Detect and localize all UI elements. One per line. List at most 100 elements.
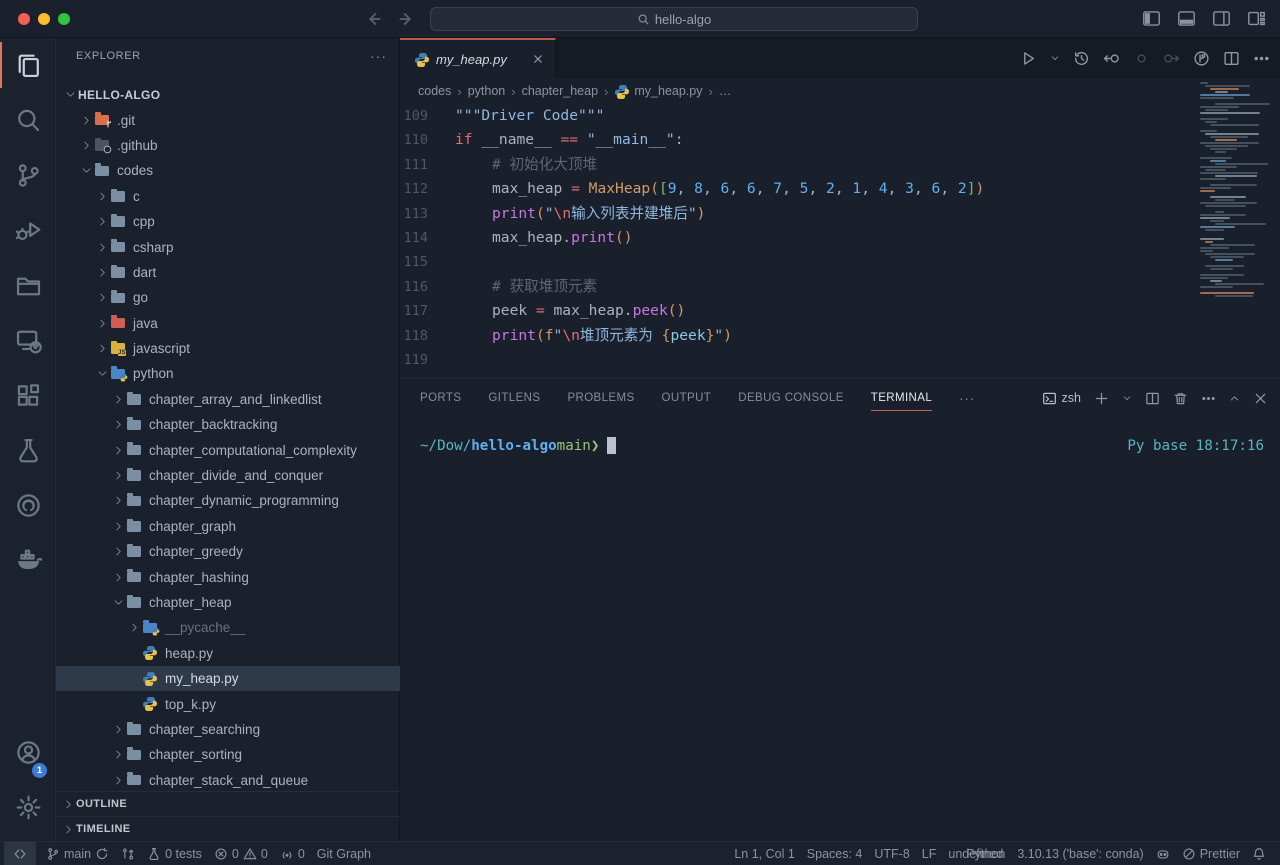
- status-compare[interactable]: [115, 842, 141, 865]
- tree-item-chapter-stack-and-queue[interactable]: chapter_stack_and_queue: [56, 768, 400, 793]
- terminal[interactable]: ~/Dow/hello-algo main ❯Py base 18:17:16: [420, 437, 1264, 454]
- chevron-right-icon[interactable]: [110, 442, 126, 458]
- chevron-right-icon[interactable]: [110, 417, 126, 433]
- status-remote[interactable]: [4, 842, 36, 865]
- previous-change-icon[interactable]: [1103, 50, 1120, 67]
- chevron-right-icon[interactable]: [94, 214, 110, 230]
- settings-button[interactable]: [0, 780, 56, 835]
- panel-more-actions-icon[interactable]: [1201, 391, 1216, 406]
- run-options-chevron-icon[interactable]: [1050, 53, 1060, 63]
- panel-tab-debug-console[interactable]: DEBUG CONSOLE: [738, 379, 844, 417]
- chevron-right-icon[interactable]: [94, 188, 110, 204]
- activity-item-remote-explorer[interactable]: [0, 313, 56, 368]
- breadcrumb-item-chapter-heap[interactable]: chapter_heap: [522, 84, 598, 98]
- maximize-panel-icon[interactable]: [1229, 393, 1240, 404]
- status-problems[interactable]: 00: [208, 842, 274, 865]
- chevron-right-icon[interactable]: [110, 544, 126, 560]
- chevron-right-icon[interactable]: [94, 341, 110, 357]
- activity-item-extensions[interactable]: [0, 368, 56, 423]
- new-terminal-icon[interactable]: [1094, 391, 1109, 406]
- panel-tab-output[interactable]: OUTPUT: [662, 379, 712, 417]
- chevron-right-icon[interactable]: [94, 264, 110, 280]
- chevron-right-icon[interactable]: [78, 112, 94, 128]
- chevron-down-icon[interactable]: [110, 595, 126, 611]
- explorer-more-actions-icon[interactable]: ···: [370, 48, 387, 64]
- maximize-window-button[interactable]: [58, 13, 70, 25]
- tree-item-pycache[interactable]: __pycache__: [56, 615, 400, 640]
- activity-item-search[interactable]: [0, 93, 56, 148]
- chevron-down-icon[interactable]: [62, 87, 78, 103]
- status-language-mode[interactable]: undefinedPython: [942, 842, 1011, 865]
- activity-item-project-folder[interactable]: [0, 258, 56, 313]
- status-eol[interactable]: LF: [916, 842, 943, 865]
- customize-layout-icon[interactable]: [1247, 9, 1266, 28]
- breadcrumb-item-python[interactable]: python: [468, 84, 506, 98]
- tree-item-chapter-dynamic-programming[interactable]: chapter_dynamic_programming: [56, 488, 400, 513]
- panel-tabs-more-icon[interactable]: ···: [959, 391, 975, 406]
- kill-terminal-icon[interactable]: [1173, 391, 1188, 406]
- next-change-icon[interactable]: [1163, 50, 1180, 67]
- tree-item-python[interactable]: python: [56, 361, 400, 386]
- minimize-window-button[interactable]: [38, 13, 50, 25]
- tree-item-chapter-backtracking[interactable]: chapter_backtracking: [56, 412, 400, 437]
- status-indentation[interactable]: Spaces: 4: [801, 842, 869, 865]
- tree-item-chapter-sorting[interactable]: chapter_sorting: [56, 742, 400, 767]
- status-notifications[interactable]: [1246, 842, 1272, 865]
- tree-item-git[interactable]: .git: [56, 107, 400, 132]
- tree-item-top-k-py[interactable]: top_k.py: [56, 691, 400, 716]
- tree-item-chapter-divide-and-conquer[interactable]: chapter_divide_and_conquer: [56, 463, 400, 488]
- activity-item-testing[interactable]: [0, 423, 56, 478]
- tree-item-chapter-heap[interactable]: chapter_heap: [56, 590, 400, 615]
- accounts-button[interactable]: 1: [0, 725, 56, 780]
- chevron-right-icon[interactable]: [110, 468, 126, 484]
- tree-item-dart[interactable]: dart: [56, 260, 400, 285]
- chevron-right-icon[interactable]: [78, 137, 94, 153]
- tree-item-javascript[interactable]: JSjavascript: [56, 336, 400, 361]
- chevron-down-icon[interactable]: [94, 366, 110, 382]
- tree-item-chapter-computational-complexity[interactable]: chapter_computational_complexity: [56, 437, 400, 462]
- history-back-icon[interactable]: [364, 9, 384, 29]
- activity-item-source-control[interactable]: [0, 148, 56, 203]
- status-prettier[interactable]: Prettier: [1176, 842, 1246, 865]
- split-editor-icon[interactable]: [1223, 50, 1240, 67]
- tree-item-github[interactable]: .github: [56, 133, 400, 158]
- breadcrumb-item-[interactable]: …: [719, 84, 732, 98]
- tree-item-chapter-greedy[interactable]: chapter_greedy: [56, 539, 400, 564]
- chevron-right-icon[interactable]: [126, 620, 142, 636]
- activity-item-docker[interactable]: [0, 533, 56, 588]
- chevron-right-icon[interactable]: [94, 315, 110, 331]
- run-python-file-icon[interactable]: [1020, 50, 1037, 67]
- activity-item-run-debug[interactable]: [0, 203, 56, 258]
- chevron-right-icon[interactable]: [94, 239, 110, 255]
- tree-item-hello-algo[interactable]: HELLO-ALGO: [56, 82, 400, 107]
- status-tests[interactable]: 0 tests: [141, 842, 208, 865]
- status-git-graph[interactable]: Git Graph: [311, 842, 377, 865]
- status-copilot[interactable]: [1150, 842, 1176, 865]
- section-timeline[interactable]: TIMELINE: [56, 816, 400, 841]
- timeline-icon[interactable]: [1073, 50, 1090, 67]
- chevron-right-icon[interactable]: [94, 290, 110, 306]
- section-outline[interactable]: OUTLINE: [56, 791, 400, 816]
- status-python-interpreter[interactable]: 3.10.13 ('base': conda): [1011, 842, 1149, 865]
- tree-item-chapter-hashing[interactable]: chapter_hashing: [56, 564, 400, 589]
- status-branch[interactable]: main: [40, 842, 115, 865]
- tree-item-chapter-array-and-linkedlist[interactable]: chapter_array_and_linkedlist: [56, 387, 400, 412]
- tab-my-heap[interactable]: my_heap.py: [400, 38, 556, 78]
- panel-tab-problems[interactable]: PROBLEMS: [567, 379, 634, 417]
- more-actions-icon[interactable]: [1253, 50, 1270, 67]
- activity-item-explorer[interactable]: [0, 38, 56, 93]
- breadcrumb-item-codes[interactable]: codes: [418, 84, 451, 98]
- toggle-panel-icon[interactable]: [1177, 9, 1196, 28]
- toggle-sidebar-icon[interactable]: [1142, 9, 1161, 28]
- status-cursor-position[interactable]: Ln 1, Col 1: [728, 842, 800, 865]
- tree-item-java[interactable]: java: [56, 311, 400, 336]
- panel-tab-gitlens[interactable]: GITLENS: [488, 379, 540, 417]
- close-tab-icon[interactable]: [531, 52, 545, 66]
- history-forward-icon[interactable]: [396, 9, 416, 29]
- breadcrumb-item-my-heap-py[interactable]: my_heap.py: [634, 84, 702, 98]
- tree-item-codes[interactable]: codes: [56, 158, 400, 183]
- chevron-right-icon[interactable]: [110, 747, 126, 763]
- code-editor[interactable]: 109"""Driver Code"""110if __name__ == "_…: [400, 104, 1280, 378]
- chevron-right-icon[interactable]: [110, 721, 126, 737]
- status-feed[interactable]: 0: [274, 842, 311, 865]
